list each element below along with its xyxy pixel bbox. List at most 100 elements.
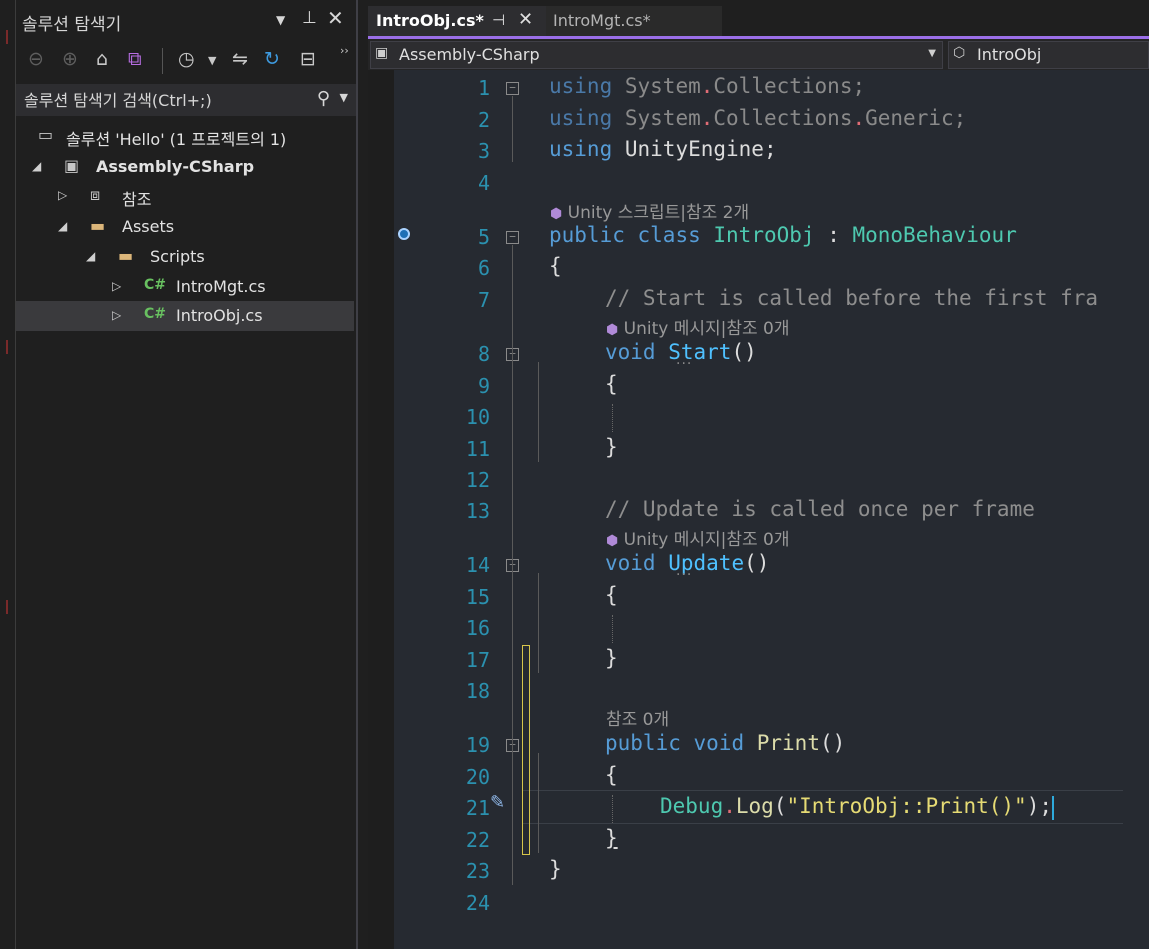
code-line-7[interactable]: // Start is called before the first fra bbox=[605, 286, 1098, 310]
codelens-text: Unity 스크립트|참조 2개 bbox=[567, 203, 750, 223]
pin-tab-icon[interactable]: ⊣ bbox=[492, 11, 505, 29]
type-token: IntroObj bbox=[713, 223, 815, 247]
collapse-region-icon[interactable]: − bbox=[506, 231, 519, 244]
tree-item-references[interactable]: ▷ ⧈ 참조 bbox=[16, 181, 354, 211]
codelens-text: Unity 메시지|참조 0개 bbox=[623, 530, 790, 550]
tab-intromgt[interactable]: IntroMgt.cs* bbox=[546, 6, 722, 36]
code-line-1[interactable]: using System.Collections; bbox=[549, 74, 865, 98]
collapse-all-icon[interactable]: ⊟ bbox=[300, 48, 316, 70]
document-tab-bar: IntroObj.cs* ⊣ ✕ IntroMgt.cs* bbox=[368, 0, 1149, 39]
filter-dropdown-icon[interactable]: ▼ bbox=[208, 54, 216, 67]
chevron-down-icon[interactable]: ▼ bbox=[928, 48, 936, 59]
code-line-21[interactable]: Debug.Log("IntroObj::Print()"); bbox=[660, 794, 1052, 818]
quick-actions-screwdriver-icon[interactable]: ✎ bbox=[490, 792, 505, 813]
line-number: 16 bbox=[465, 616, 490, 640]
back-icon[interactable]: ⊖ bbox=[28, 48, 44, 70]
tree-item-introobj[interactable]: ▷ C# IntroObj.cs bbox=[16, 301, 354, 331]
line-number: 24 bbox=[465, 891, 490, 915]
keyword-token: using bbox=[549, 74, 613, 98]
tab-introobj[interactable]: IntroObj.cs* ⊣ ✕ bbox=[368, 6, 546, 36]
close-tab-icon[interactable]: ✕ bbox=[518, 9, 533, 30]
line-number: 20 bbox=[465, 765, 490, 789]
codelens-start[interactable]: ⬢ Unity 메시지|참조 0개 bbox=[606, 314, 790, 339]
tree-item-label: Assembly-CSharp bbox=[96, 157, 255, 176]
references-icon: ⧈ bbox=[90, 185, 101, 204]
breakpoint-marker-icon[interactable] bbox=[398, 228, 410, 240]
code-line-23[interactable]: } bbox=[549, 857, 562, 881]
line-number: 12 bbox=[465, 468, 490, 492]
code-line-13[interactable]: // Update is called once per frame bbox=[605, 497, 1035, 521]
tree-item-solution[interactable]: ▭ 솔루션 'Hello' (1 프로젝트의 1) bbox=[16, 121, 354, 151]
line-number: 15 bbox=[465, 585, 490, 609]
home-icon[interactable]: ⌂ bbox=[96, 48, 108, 70]
sync-with-document-icon[interactable]: ⇋ bbox=[232, 48, 248, 70]
line-number: 4 bbox=[477, 171, 490, 195]
type-selector[interactable]: ⬡ IntroObj bbox=[948, 41, 1149, 69]
code-line-17[interactable]: } bbox=[605, 646, 618, 670]
code-line-3[interactable]: using UnityEngine; bbox=[549, 137, 777, 161]
tree-item-label: IntroObj.cs bbox=[176, 306, 263, 325]
expanded-arrow-icon[interactable]: ◢ bbox=[32, 159, 41, 173]
comment-token: // Start is called before the first fra bbox=[605, 286, 1099, 310]
forward-icon[interactable]: ⊕ bbox=[62, 48, 78, 70]
tree-item-label: 솔루션 'Hello' (1 프로젝트의 1) bbox=[66, 130, 287, 149]
expanded-arrow-icon[interactable]: ◢ bbox=[58, 219, 67, 233]
search-icon[interactable]: ⚲ bbox=[317, 88, 330, 109]
tree-item-label: IntroMgt.cs bbox=[176, 277, 266, 296]
close-icon[interactable]: ✕ bbox=[327, 6, 344, 30]
line-number: 14 bbox=[465, 553, 490, 577]
collapsed-arrow-icon[interactable]: ▷ bbox=[58, 188, 67, 202]
indent-guide bbox=[612, 404, 614, 432]
search-options-dropdown-icon[interactable]: ▼ bbox=[340, 91, 348, 104]
codelens-print[interactable]: 참조 0개 bbox=[606, 705, 669, 730]
fold-guide bbox=[512, 245, 513, 885]
keyword-token: void bbox=[605, 551, 656, 575]
code-line-20[interactable]: { bbox=[605, 763, 618, 787]
code-line-22[interactable]: } bbox=[605, 826, 618, 850]
pending-changes-filter-icon[interactable]: ◷ bbox=[178, 48, 195, 70]
code-line-6[interactable]: { bbox=[549, 254, 562, 278]
collapsed-arrow-icon[interactable]: ▷ bbox=[112, 279, 121, 293]
line-number: 9 bbox=[477, 374, 490, 398]
tree-item-label: Scripts bbox=[150, 247, 205, 266]
solution-explorer-toolbar: ⊖ ⊕ ⌂ ⧉ ◷ ▼ ⇋ ↻ ⊟ ›› bbox=[16, 42, 356, 80]
solution-search-input[interactable] bbox=[24, 88, 304, 112]
tree-item-project[interactable]: ◢ ▣ Assembly-CSharp bbox=[16, 152, 354, 182]
toolbar-separator bbox=[162, 48, 163, 74]
codelens-class[interactable]: ⬢ Unity 스크립트|참조 2개 bbox=[550, 198, 749, 223]
toolbar-overflow-icon[interactable]: ›› bbox=[340, 44, 349, 57]
glyph-margin[interactable] bbox=[368, 70, 394, 949]
code-line-9[interactable]: { bbox=[605, 372, 618, 396]
project-selector[interactable]: ▣ Assembly-CSharp ▼ bbox=[370, 41, 943, 69]
tree-item-scripts[interactable]: ◢ ▬ Scripts bbox=[16, 242, 354, 272]
tree-item-assets[interactable]: ◢ ▬ Assets bbox=[16, 212, 354, 242]
panel-dropdown-icon[interactable]: ▼ bbox=[276, 13, 285, 27]
collapse-region-icon[interactable]: − bbox=[506, 82, 519, 95]
namespace-token: Collections bbox=[713, 74, 853, 98]
pin-icon[interactable]: ⊥ bbox=[302, 8, 317, 28]
project-icon: ▣ bbox=[375, 45, 389, 61]
vs-switch-view-icon[interactable]: ⧉ bbox=[128, 48, 142, 70]
strip-marker bbox=[6, 600, 8, 614]
codelens-update[interactable]: ⬢ Unity 메시지|참조 0개 bbox=[606, 525, 790, 550]
keyword-token: using bbox=[549, 137, 613, 161]
unity-cube-icon: ⬢ bbox=[606, 322, 619, 338]
refresh-icon[interactable]: ↻ bbox=[264, 48, 280, 70]
code-line-5[interactable]: public class IntroObj : MonoBehaviour bbox=[549, 223, 1017, 247]
code-line-2[interactable]: using System.Collections.Generic; bbox=[549, 106, 966, 130]
expanded-arrow-icon[interactable]: ◢ bbox=[86, 249, 95, 263]
code-line-19[interactable]: public void Print() bbox=[605, 731, 845, 755]
solution-icon: ▭ bbox=[38, 125, 54, 144]
collapsed-arrow-icon[interactable]: ▷ bbox=[112, 308, 121, 322]
keyword-token: using bbox=[549, 106, 613, 130]
change-tracking-bar bbox=[522, 645, 530, 855]
keyword-token: void bbox=[693, 731, 745, 755]
folder-icon: ▬ bbox=[90, 216, 106, 235]
code-line-15[interactable]: { bbox=[605, 583, 618, 607]
code-line-11[interactable]: } bbox=[605, 435, 618, 459]
code-editor: IntroObj.cs* ⊣ ✕ IntroMgt.cs* ▣ Assembly… bbox=[368, 0, 1149, 949]
tree-item-intromgt[interactable]: ▷ C# IntroMgt.cs bbox=[16, 272, 354, 302]
csharp-file-icon: C# bbox=[144, 277, 167, 293]
line-number: 10 bbox=[465, 405, 490, 429]
line-number: 6 bbox=[477, 256, 490, 280]
